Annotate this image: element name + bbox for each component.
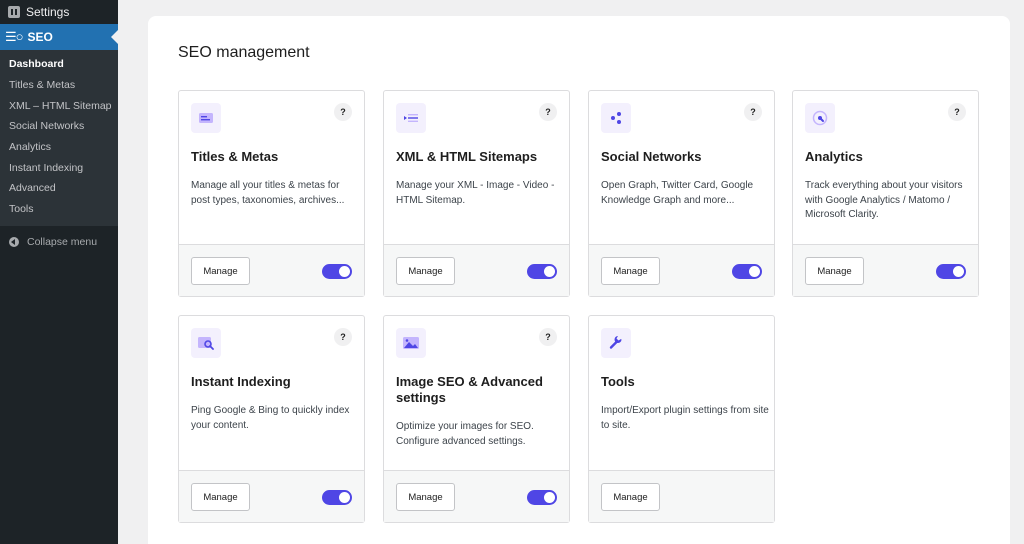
- submenu-item-instant-indexing[interactable]: Instant Indexing: [0, 157, 118, 178]
- card-tools: Tools Import/Export plugin settings from…: [588, 315, 775, 523]
- card-title: Social Networks: [601, 149, 702, 164]
- sidebar-item-seo[interactable]: ☰○ SEO: [0, 24, 118, 50]
- submenu-item-xml-sitemap[interactable]: XML – HTML Sitemap: [0, 95, 118, 116]
- module-toggle[interactable]: [936, 264, 966, 279]
- card-social-networks: ? Social Networks Open Graph, Twitter Ca…: [588, 90, 775, 297]
- card-footer: Manage: [384, 244, 569, 296]
- card-footer: Manage: [179, 244, 364, 296]
- submenu-item-titles-metas[interactable]: Titles & Metas: [0, 75, 118, 96]
- manage-button[interactable]: Manage: [805, 257, 864, 285]
- manage-button[interactable]: Manage: [601, 257, 660, 285]
- submenu-item-advanced[interactable]: Advanced: [0, 178, 118, 199]
- indexing-icon: [191, 328, 221, 358]
- image-icon: [396, 328, 426, 358]
- module-toggle[interactable]: [527, 264, 557, 279]
- sidebar-item-settings[interactable]: Settings: [0, 0, 118, 24]
- manage-button[interactable]: Manage: [396, 257, 455, 285]
- card-title: Image SEO & Advanced settings: [396, 374, 543, 405]
- help-button[interactable]: ?: [539, 328, 557, 346]
- help-button[interactable]: ?: [334, 103, 352, 121]
- sitemap-icon: [396, 103, 426, 133]
- card-titles-metas: ? Titles & Metas Manage all your titles …: [178, 90, 365, 297]
- card-title: Analytics: [805, 149, 863, 164]
- card-description: Import/Export plugin settings from site …: [601, 405, 769, 431]
- admin-sidebar: Settings ☰○ SEO Dashboard Titles & Metas…: [0, 0, 118, 544]
- submenu-item-social-networks[interactable]: Social Networks: [0, 116, 118, 137]
- card-title: XML & HTML Sitemaps: [396, 149, 538, 164]
- module-toggle[interactable]: [322, 490, 352, 505]
- manage-button[interactable]: Manage: [191, 483, 250, 511]
- card-instant-indexing: ? Instant Indexing Ping Google & Bing to…: [178, 315, 365, 523]
- submenu-item-analytics[interactable]: Analytics: [0, 137, 118, 158]
- help-button[interactable]: ?: [948, 103, 966, 121]
- card-footer: Manage: [384, 470, 569, 522]
- submenu-item-tools[interactable]: Tools: [0, 199, 118, 220]
- card-title: Tools: [601, 374, 635, 389]
- card-footer: Manage: [179, 470, 364, 522]
- module-toggle[interactable]: [322, 264, 352, 279]
- card-sitemaps: ? XML & HTML Sitemaps Manage your XML - …: [383, 90, 570, 297]
- settings-icon: [8, 6, 20, 18]
- toggle-knob: [544, 266, 555, 277]
- wrench-icon: [601, 328, 631, 358]
- seo-management-panel: SEO management ? Titles & Metas Manage a…: [148, 16, 1010, 544]
- seo-submenu: Dashboard Titles & Metas XML – HTML Site…: [0, 50, 118, 226]
- help-button[interactable]: ?: [744, 103, 762, 121]
- card-footer: Manage: [589, 470, 774, 522]
- card-description: Manage all your titles & metas for post …: [191, 180, 345, 206]
- module-toggle[interactable]: [732, 264, 762, 279]
- toggle-knob: [544, 492, 555, 503]
- toggle-knob: [749, 266, 760, 277]
- card-analytics: ? Analytics Track everything about your …: [792, 90, 979, 297]
- submenu-item-dashboard[interactable]: Dashboard: [0, 54, 118, 75]
- card-description: Ping Google & Bing to quickly index your…: [191, 405, 350, 431]
- toggle-knob: [953, 266, 964, 277]
- share-icon: [601, 103, 631, 133]
- card-title: Titles & Metas: [191, 149, 279, 164]
- card-image-seo-advanced: ? Image SEO & Advanced settings Optimize…: [383, 315, 570, 523]
- module-toggle[interactable]: [527, 490, 557, 505]
- toggle-knob: [339, 492, 350, 503]
- analytics-icon: [805, 103, 835, 133]
- card-title: Instant Indexing: [191, 374, 291, 389]
- manage-button[interactable]: Manage: [191, 257, 250, 285]
- card-description: Open Graph, Twitter Card, Google Knowled…: [601, 180, 754, 206]
- sidebar-item-label: Settings: [26, 5, 70, 19]
- toggle-knob: [339, 266, 350, 277]
- help-button[interactable]: ?: [539, 103, 557, 121]
- help-button[interactable]: ?: [334, 328, 352, 346]
- card-description: Optimize your images for SEO. Configure …: [396, 421, 534, 447]
- collapse-menu-label: Collapse menu: [27, 235, 98, 248]
- manage-button[interactable]: Manage: [601, 483, 660, 511]
- list-icon: [191, 103, 221, 133]
- seo-logo-icon: ☰○: [5, 29, 23, 44]
- manage-button[interactable]: Manage: [396, 483, 455, 511]
- card-footer: Manage: [589, 244, 774, 296]
- sidebar-item-label: SEO: [27, 30, 53, 44]
- card-description: Track everything about your visitors wit…: [805, 180, 963, 220]
- collapse-icon: [9, 236, 19, 247]
- card-description: Manage your XML - Image - Video - HTML S…: [396, 180, 555, 206]
- card-footer: Manage: [793, 244, 978, 296]
- collapse-menu-button[interactable]: Collapse menu: [0, 230, 118, 254]
- page-title: SEO management: [178, 44, 310, 61]
